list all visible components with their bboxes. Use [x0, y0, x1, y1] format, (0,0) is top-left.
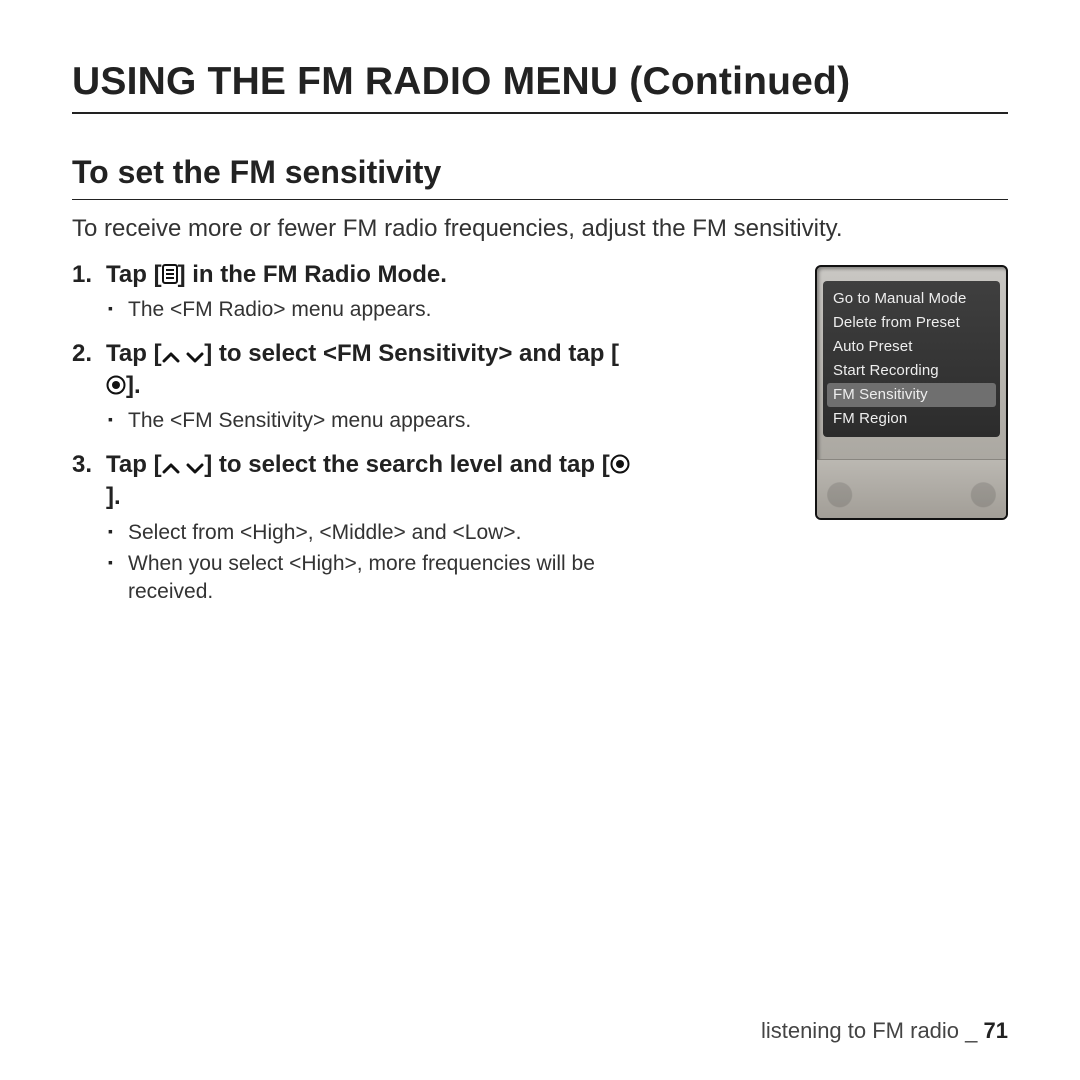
chevron-up-icon: [162, 462, 180, 474]
target-icon: [106, 375, 126, 395]
step-strong: <FM Sensitivity>: [323, 340, 512, 367]
substep-text: Select from <High>, <Middle> and <Low>.: [106, 519, 632, 547]
menu-item: Go to Manual Mode: [823, 287, 1000, 311]
menu-item: Auto Preset: [823, 335, 1000, 359]
device-illustration: Go to Manual Mode Delete from Preset Aut…: [815, 265, 1008, 520]
footer-chapter: listening to FM radio: [761, 1018, 959, 1043]
step-text: to select: [212, 340, 323, 367]
menu-icon: [162, 264, 178, 284]
title-divider: [72, 112, 1008, 114]
substep-text: When you select <High>, more frequencies…: [106, 550, 632, 605]
section-divider: [72, 199, 1008, 200]
menu-item-highlighted: FM Sensitivity: [827, 383, 996, 407]
target-icon: [610, 454, 630, 474]
chevron-up-icon: [162, 351, 180, 363]
device-bottom-panel: [817, 459, 1006, 518]
menu-item: FM Region: [823, 407, 1000, 431]
menu-item: Delete from Preset: [823, 311, 1000, 335]
chevron-down-icon: [186, 462, 204, 474]
step-text: .: [114, 483, 121, 510]
substep-text: The <FM Radio> menu appears.: [106, 296, 632, 324]
footer-sep: _: [959, 1018, 983, 1043]
device-menu: Go to Manual Mode Delete from Preset Aut…: [823, 281, 1000, 437]
step-text: Tap: [106, 451, 154, 478]
page-title: USING THE FM RADIO MENU (Continued): [72, 60, 1008, 104]
intro-text: To receive more or fewer FM radio freque…: [72, 214, 992, 245]
step-text: .: [134, 372, 141, 399]
chevron-down-icon: [186, 351, 204, 363]
substep-text: The <FM Sensitivity> menu appears.: [106, 407, 632, 435]
step-list: Tap [] in the FM Radio Mode. The <FM Rad…: [72, 259, 632, 606]
step-text: and tap: [512, 340, 611, 367]
page-footer: listening to FM radio _ 71: [761, 1018, 1008, 1044]
step-text: in the FM Radio Mode.: [186, 261, 447, 288]
step-text: Tap: [106, 261, 154, 288]
footer-page-number: 71: [984, 1018, 1008, 1043]
menu-item: Start Recording: [823, 359, 1000, 383]
step-item: Tap [ ] to select the search level and t…: [72, 449, 632, 606]
section-title: To set the FM sensitivity: [72, 154, 1008, 191]
step-text: to select the search level and tap: [212, 451, 601, 478]
step-text: Tap: [106, 340, 154, 367]
step-item: Tap [ ] to select <FM Sensitivity> and t…: [72, 338, 632, 435]
step-item: Tap [] in the FM Radio Mode. The <FM Rad…: [72, 259, 632, 324]
